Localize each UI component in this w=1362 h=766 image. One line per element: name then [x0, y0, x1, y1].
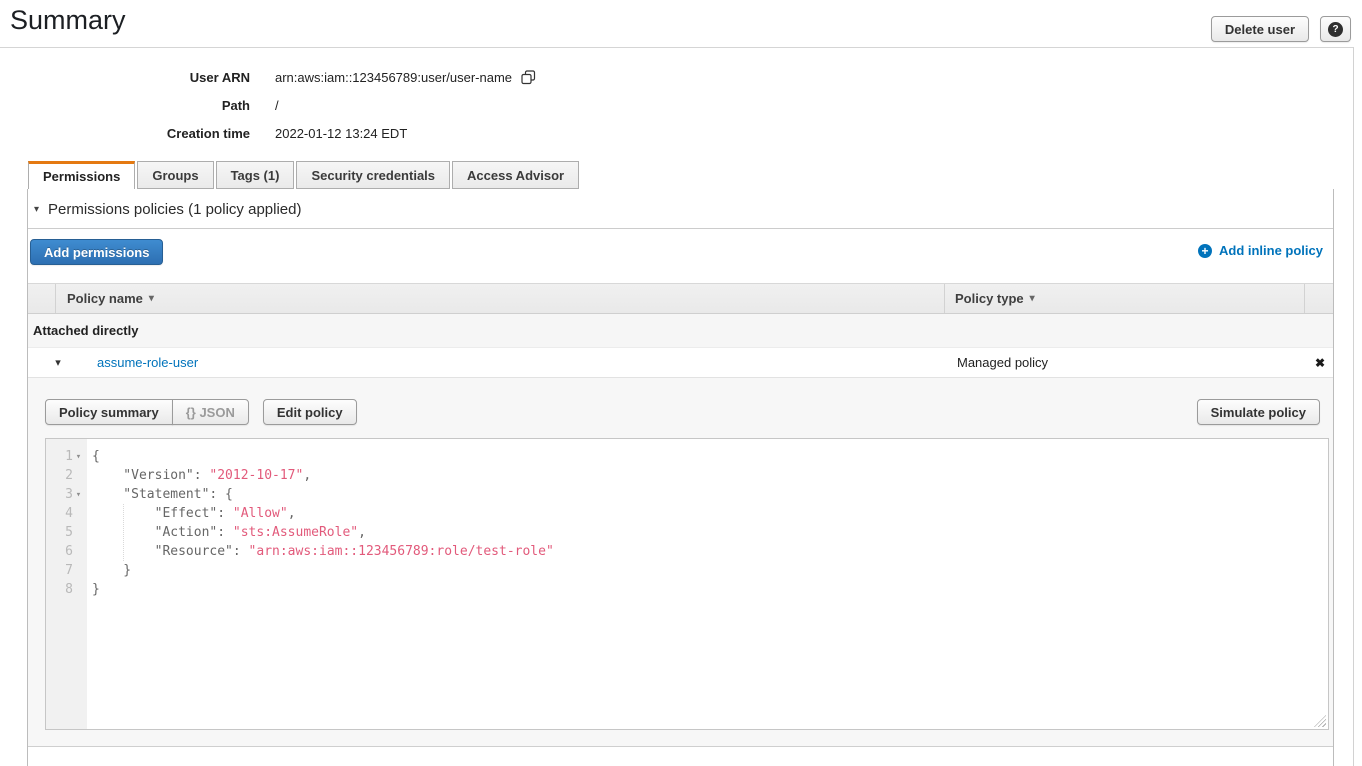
tab-permissions[interactable]: Permissions: [28, 161, 135, 189]
add-permissions-button[interactable]: Add permissions: [30, 239, 163, 265]
json-policy-editor[interactable]: 1▾23▾45678 { "Version": "2012-10-17", "S…: [45, 438, 1329, 730]
policy-view-buttons: Policy summary {} JSON Edit policy: [45, 399, 357, 425]
attached-directly-label: Attached directly: [33, 323, 138, 338]
page-title: Summary: [10, 5, 126, 36]
code-line: "Effect": "Allow",: [92, 504, 1328, 523]
fold-caret-icon[interactable]: ▾: [73, 452, 84, 462]
sort-caret-icon: ▾: [1030, 293, 1035, 304]
info-label: Creation time: [0, 126, 250, 141]
code-line: }: [92, 561, 1328, 580]
info-label: Path: [0, 98, 250, 113]
sort-caret-icon: ▾: [149, 293, 154, 304]
header-actions: Delete user ?: [1211, 16, 1351, 42]
section-collapse-caret-icon: ▾: [34, 204, 39, 215]
indent-guide: [123, 504, 124, 561]
fold-caret-icon[interactable]: ▾: [73, 490, 84, 500]
info-value: 2022-01-12 13:24 EDT: [275, 126, 407, 141]
tab-tags-1[interactable]: Tags (1): [216, 161, 295, 189]
remove-column-header: [1305, 284, 1333, 313]
copy-icon[interactable]: [521, 70, 536, 85]
policy-detail-section: Policy summary {} JSON Edit policy Simul…: [28, 378, 1333, 747]
editor-code: { "Version": "2012-10-17", "Statement": …: [87, 439, 1328, 729]
info-row: Path /: [0, 91, 536, 119]
content-right-border: [1353, 47, 1354, 766]
attached-directly-group-row: Attached directly: [28, 314, 1333, 348]
info-row: Creation time 2022-01-12 13:24 EDT: [0, 119, 536, 147]
line-number: 3▾: [46, 485, 87, 504]
editor-gutter: 1▾23▾45678: [46, 439, 87, 729]
simulate-policy-button[interactable]: Simulate policy: [1197, 399, 1320, 425]
line-number: 4: [46, 504, 87, 523]
line-number: 7: [46, 561, 87, 580]
code-line: "Action": "sts:AssumeRole",: [92, 523, 1328, 542]
delete-user-button[interactable]: Delete user: [1211, 16, 1309, 42]
code-line: }: [92, 580, 1328, 599]
policy-name-column-header[interactable]: Policy name ▾: [56, 284, 945, 313]
line-number: 1▾: [46, 447, 87, 466]
policy-type-column-header[interactable]: Policy type ▾: [945, 284, 1305, 313]
json-view-button[interactable]: {} JSON: [172, 399, 249, 425]
remove-policy-button[interactable]: ✖: [1315, 356, 1325, 370]
line-number: 6: [46, 542, 87, 561]
policies-table-header: Policy name ▾ Policy type ▾: [28, 283, 1333, 314]
policy-type-column-label: Policy type: [955, 291, 1024, 306]
edit-policy-button[interactable]: Edit policy: [263, 399, 357, 425]
policy-name-column-label: Policy name: [67, 291, 143, 306]
info-value: /: [275, 98, 279, 113]
line-number: 5: [46, 523, 87, 542]
user-info: User ARN arn:aws:iam::123456789:user/user…: [0, 63, 536, 147]
policy-summary-button[interactable]: Policy summary: [45, 399, 173, 425]
expand-column-header: [28, 284, 56, 313]
policy-type-cell: Managed policy: [947, 355, 1307, 370]
section-divider: [28, 228, 1333, 229]
line-number: 8: [46, 580, 87, 599]
help-icon: ?: [1328, 22, 1343, 37]
policy-name-link[interactable]: assume-role-user: [97, 355, 198, 370]
plus-circle-icon: +: [1198, 244, 1212, 258]
code-line: {: [92, 447, 1328, 466]
tab-access-advisor[interactable]: Access Advisor: [452, 161, 579, 189]
help-button[interactable]: ?: [1320, 16, 1351, 42]
info-value: arn:aws:iam::123456789:user/user-name: [275, 70, 536, 85]
code-line: "Statement": {: [92, 485, 1328, 504]
code-line: "Resource": "arn:aws:iam::123456789:role…: [92, 542, 1328, 561]
line-number: 2: [46, 466, 87, 485]
permissions-tab-panel: ▾ Permissions policies (1 policy applied…: [27, 189, 1334, 766]
tab-bar: PermissionsGroupsTags (1)Security creden…: [28, 161, 579, 189]
tab-security-credentials[interactable]: Security credentials: [296, 161, 450, 189]
tab-groups[interactable]: Groups: [137, 161, 213, 189]
permissions-policies-toggle[interactable]: ▾ Permissions policies (1 policy applied…: [34, 201, 301, 218]
add-inline-policy-link[interactable]: + Add inline policy: [1198, 243, 1323, 258]
header-divider: [0, 47, 1353, 48]
add-inline-policy-label: Add inline policy: [1219, 243, 1323, 258]
code-line: "Version": "2012-10-17",: [92, 466, 1328, 485]
policy-table-row: ▾ assume-role-user Managed policy ✖: [28, 348, 1333, 378]
section-title: Permissions policies (1 policy applied): [48, 201, 301, 218]
info-row: User ARN arn:aws:iam::123456789:user/user…: [0, 63, 536, 91]
info-label: User ARN: [0, 70, 250, 85]
